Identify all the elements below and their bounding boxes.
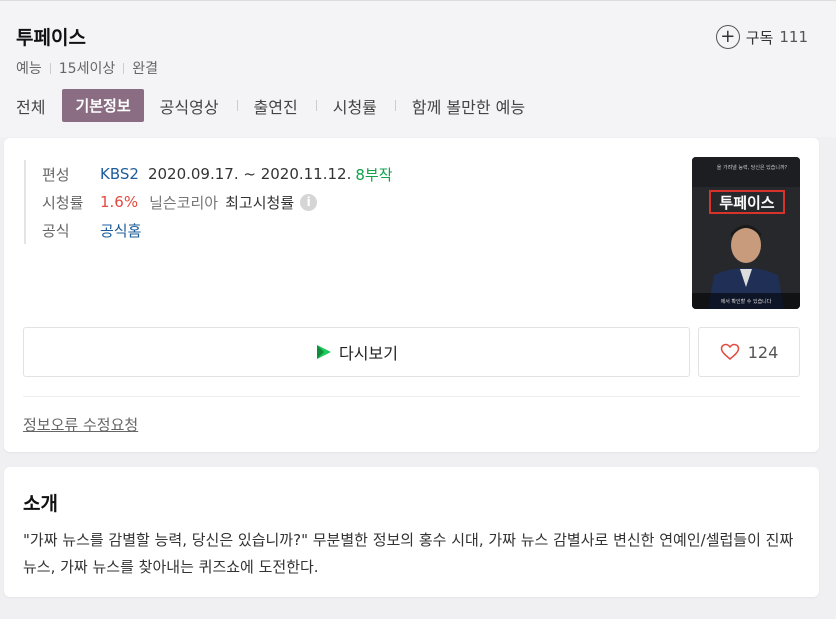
rating-value: 1.6% xyxy=(100,193,139,211)
divider xyxy=(236,100,238,111)
divider xyxy=(49,62,51,74)
official-homepage-link[interactable]: 공식홈 xyxy=(100,220,141,241)
divider xyxy=(23,396,800,397)
rating-note: 최고시청률 xyxy=(225,193,295,212)
program-title: 투페이스 xyxy=(16,27,86,49)
tab-official-video[interactable]: 공식영상 xyxy=(160,94,219,118)
intro-card: 소개 "가짜 뉴스를 감별할 능력, 당신은 있습니까?" 무분별한 정보의 홍… xyxy=(4,467,819,597)
episode-count: 8부작 xyxy=(355,165,393,184)
like-button[interactable]: 124 xyxy=(698,327,800,377)
like-count: 124 xyxy=(747,342,779,362)
divider xyxy=(123,62,125,74)
divider xyxy=(315,100,317,111)
report-error-link[interactable]: 정보오류 수정요청 xyxy=(23,414,138,435)
rating-source: 닐슨코리아 xyxy=(149,193,219,212)
tab-basic-info[interactable]: 기본정보 xyxy=(62,89,144,122)
rewatch-label: 다시보기 xyxy=(339,344,398,363)
program-meta: 예능 15세이상 완결 xyxy=(16,58,158,78)
subscribe-button[interactable]: + 구독 111 xyxy=(715,25,808,49)
genre-label: 예능 xyxy=(16,61,42,77)
rating-label: 시청률 xyxy=(42,193,84,212)
poster-image: 을 가려낼 능력, 당신은 있습니까? 투페이스 에서 확인할 수 있습니다 xyxy=(692,157,800,309)
info-icon[interactable]: i xyxy=(300,193,318,211)
tab-all[interactable]: 전체 xyxy=(16,94,45,118)
program-poster[interactable]: 을 가려낼 능력, 당신은 있습니까? 투페이스 에서 확인할 수 있습니다 xyxy=(692,157,800,309)
official-label: 공식 xyxy=(42,221,70,240)
age-rating-label: 15세이상 xyxy=(58,61,116,77)
program-header: 투페이스 예능 15세이상 완결 + 구독 111 전체 기본정보 공식영상 출… xyxy=(0,0,836,137)
subscribe-label: 구독 xyxy=(745,28,774,47)
divider xyxy=(394,100,396,111)
subscribe-count: 111 xyxy=(779,28,808,46)
poster-top-caption: 을 가려낼 능력, 당신은 있습니까? xyxy=(717,164,788,171)
broadcast-dates: 2020.09.17. ~ 2020.11.12. xyxy=(147,165,352,183)
official-row: 공식 공식홈 xyxy=(42,216,393,244)
play-logo-icon xyxy=(317,345,332,359)
tab-bar: 전체 기본정보 공식영상 출연진 시청률 함께 볼만한 예능 xyxy=(16,89,525,122)
tab-cast[interactable]: 출연진 xyxy=(254,94,298,118)
heart-icon xyxy=(720,343,739,360)
poster-bottom-caption: 에서 확인할 수 있습니다 xyxy=(721,298,772,305)
info-list: 편성 KBS2 2020.09.17. ~ 2020.11.12. 8부작 시청… xyxy=(24,160,393,244)
plus-icon: + xyxy=(715,25,740,49)
tab-ratings[interactable]: 시청률 xyxy=(333,94,377,118)
poster-title: 투페이스 xyxy=(719,194,774,212)
channel-link[interactable]: KBS2 xyxy=(100,165,139,183)
rating-row: 시청률 1.6% 닐슨코리아 최고시청률 i xyxy=(42,188,393,216)
broadcast-row: 편성 KBS2 2020.09.17. ~ 2020.11.12. 8부작 xyxy=(42,160,393,188)
rewatch-button[interactable]: 다시보기 xyxy=(23,327,690,377)
basic-info-card: 편성 KBS2 2020.09.17. ~ 2020.11.12. 8부작 시청… xyxy=(4,138,819,452)
intro-title: 소개 xyxy=(23,493,58,515)
broadcast-label: 편성 xyxy=(42,165,70,184)
tab-similar-shows[interactable]: 함께 볼만한 예능 xyxy=(412,94,525,118)
status-label: 완결 xyxy=(132,61,158,77)
intro-text: "가짜 뉴스를 감별할 능력, 당신은 있습니까?" 무분별한 정보의 홍수 시… xyxy=(23,531,794,576)
